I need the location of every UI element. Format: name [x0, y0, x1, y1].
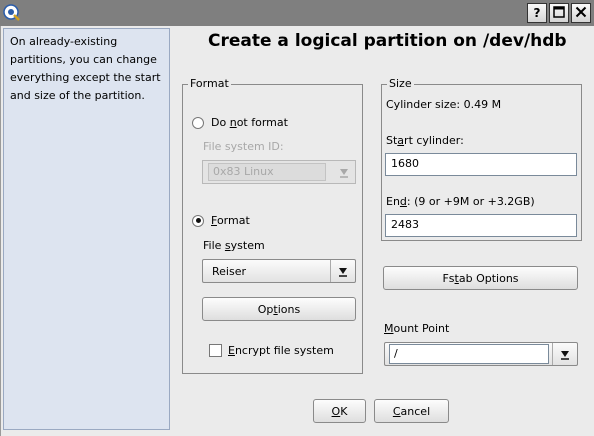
file-system-combo[interactable]: Reiser [202, 259, 356, 283]
cancel-button-label: Cancel [392, 404, 431, 418]
combo-arrow-icon[interactable] [552, 343, 577, 365]
maximize-button[interactable] [549, 3, 569, 23]
app-icon [3, 4, 21, 22]
dialog-heading: Create a logical partition on /dev/hdb [208, 31, 567, 51]
close-button[interactable] [571, 3, 591, 23]
maximize-icon [553, 5, 565, 21]
fstab-options-button[interactable]: Fstab Options [383, 266, 578, 290]
combo-arrow-icon[interactable] [330, 260, 355, 282]
file-system-id-value: 0x83 Linux [208, 163, 326, 181]
cancel-button[interactable]: Cancel [374, 399, 449, 423]
cylinder-size-text: Cylinder size: 0.49 M [386, 98, 502, 111]
mount-point-combo[interactable]: / [384, 342, 578, 366]
radio-unselected[interactable] [192, 116, 204, 129]
close-icon [575, 6, 587, 21]
options-button-label: Options [257, 302, 301, 316]
start-cylinder-label: Start cylinder: [386, 134, 464, 147]
file-system-value: Reiser [212, 265, 246, 278]
radio-selected[interactable] [192, 214, 204, 227]
do-not-format-radio[interactable]: Do not format [192, 116, 288, 129]
size-group-legend: Size [387, 77, 414, 90]
ok-button-label: OK [331, 404, 348, 418]
file-system-id-label: File system ID: [203, 140, 284, 153]
file-system-id-combo: 0x83 Linux [202, 160, 356, 184]
combo-arrow-icon [337, 165, 351, 182]
do-not-format-label: Do not format [211, 116, 288, 129]
help-icon: ? [533, 6, 541, 20]
format-label: Format [211, 214, 250, 227]
title-bar: ? [0, 0, 594, 26]
encrypt-label: Encrypt file system [228, 344, 334, 357]
help-button[interactable]: ? [527, 3, 547, 23]
start-cylinder-input[interactable]: 1680 [385, 153, 577, 176]
help-panel: On already-existing partitions, you can … [3, 28, 170, 430]
end-cylinder-input[interactable]: 2483 [385, 214, 577, 237]
ok-button[interactable]: OK [313, 399, 366, 423]
file-system-label: File system [203, 239, 265, 252]
checkbox-box[interactable] [209, 344, 222, 357]
mount-point-input[interactable]: / [389, 344, 549, 364]
help-text: On already-existing partitions, you can … [10, 35, 161, 102]
options-button[interactable]: Options [202, 297, 356, 321]
mount-point-label: Mount Point [384, 322, 450, 335]
fstab-options-label: Fstab Options [442, 271, 519, 285]
format-radio[interactable]: Format [192, 214, 250, 227]
format-group-legend: Format [188, 77, 231, 90]
encrypt-checkbox[interactable]: Encrypt file system [209, 344, 334, 357]
end-cylinder-label: End: (9 or +9M or +3.2GB) [386, 195, 535, 208]
